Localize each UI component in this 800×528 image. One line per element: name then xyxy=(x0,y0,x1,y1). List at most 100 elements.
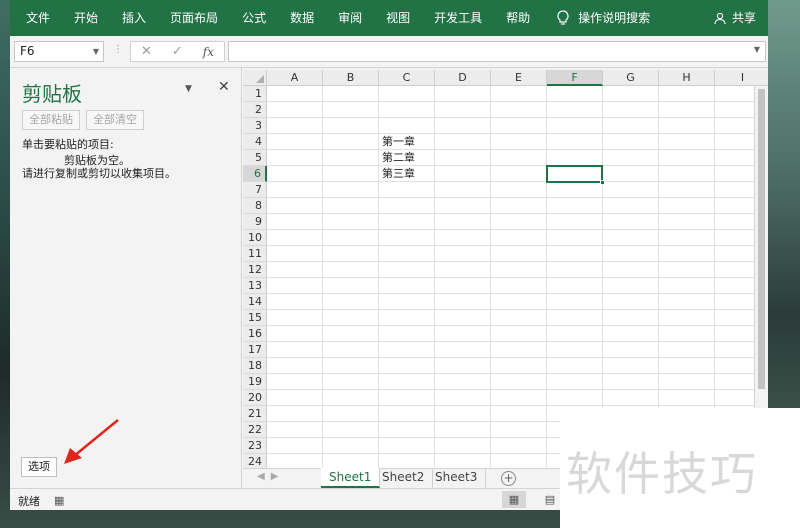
row-header[interactable]: 19 xyxy=(243,374,267,390)
row-header[interactable]: 1 xyxy=(243,86,267,102)
row-header[interactable]: 17 xyxy=(243,342,267,358)
status-ready: 就绪 xyxy=(18,495,40,508)
row-header[interactable]: 8 xyxy=(243,198,267,214)
row-header[interactable]: 18 xyxy=(243,358,267,374)
row-header[interactable]: 24 xyxy=(243,454,267,468)
close-icon[interactable]: ✕ xyxy=(218,79,230,95)
sheet-nav-arrows-icon[interactable]: ◀▶ xyxy=(257,471,284,482)
column-header[interactable]: D xyxy=(435,70,491,86)
row-header[interactable]: 3 xyxy=(243,118,267,134)
active-cell-selection[interactable] xyxy=(546,165,605,185)
column-header[interactable]: F xyxy=(547,70,603,86)
clear-all-button[interactable]: 全部清空 xyxy=(86,110,144,130)
column-header[interactable]: I xyxy=(715,70,768,86)
pane-menu-icon[interactable]: ▼ xyxy=(185,84,192,94)
share-label: 共享 xyxy=(731,11,756,25)
grip-icon[interactable]: ⋮ xyxy=(113,44,123,55)
row-header[interactable]: 4 xyxy=(243,134,267,150)
clipboard-empty-hint: 请进行复制或剪切以收集项目。 xyxy=(22,167,176,180)
gridline xyxy=(267,165,768,166)
select-all-corner[interactable] xyxy=(243,70,267,86)
gridline xyxy=(267,229,768,230)
tab-formulas[interactable]: 公式 xyxy=(230,0,278,36)
paste-all-button[interactable]: 全部粘贴 xyxy=(22,110,80,130)
column-header[interactable]: E xyxy=(491,70,547,86)
enter-check-icon[interactable]: ✓ xyxy=(172,44,183,59)
gridline xyxy=(267,261,768,262)
row-header[interactable]: 6 xyxy=(243,166,267,182)
gridline xyxy=(267,309,768,310)
chevron-down-icon[interactable]: ▼ xyxy=(93,42,99,61)
share-button[interactable]: 共享 xyxy=(714,0,756,36)
tab-help[interactable]: 帮助 xyxy=(494,0,542,36)
tab-review[interactable]: 审阅 xyxy=(326,0,374,36)
gridline xyxy=(267,293,768,294)
row-header[interactable]: 16 xyxy=(243,326,267,342)
column-header[interactable]: H xyxy=(659,70,715,86)
red-arrow-annotation xyxy=(64,419,119,464)
tab-home[interactable]: 开始 xyxy=(62,0,110,36)
row-header[interactable]: 13 xyxy=(243,278,267,294)
row-header[interactable]: 20 xyxy=(243,390,267,406)
macro-record-icon[interactable]: ▦ xyxy=(54,494,64,507)
tab-insert[interactable]: 插入 xyxy=(110,0,158,36)
row-header[interactable]: 14 xyxy=(243,294,267,310)
gridline xyxy=(267,245,768,246)
tab-view[interactable]: 视图 xyxy=(374,0,422,36)
ribbon-tabs-bar: 文件 开始 插入 页面布局 公式 数据 审阅 视图 开发工具 帮助 操作说明搜索 xyxy=(10,0,768,36)
row-header[interactable]: 9 xyxy=(243,214,267,230)
expand-chevron-icon[interactable]: ▼ xyxy=(754,45,760,54)
row-header[interactable]: 12 xyxy=(243,262,267,278)
tell-me-search[interactable]: 操作说明搜索 xyxy=(542,0,650,36)
sheet-tab-1[interactable]: Sheet1 xyxy=(321,468,381,488)
clipboard-prompt: 单击要粘贴的项目: xyxy=(22,138,114,151)
gridline xyxy=(267,373,768,374)
row-header[interactable]: 5 xyxy=(243,150,267,166)
row-header[interactable]: 10 xyxy=(243,230,267,246)
column-header[interactable]: A xyxy=(267,70,323,86)
tab-data[interactable]: 数据 xyxy=(278,0,326,36)
row-header[interactable]: 15 xyxy=(243,310,267,326)
sheet-tab-3[interactable]: Sheet3 xyxy=(427,468,487,488)
column-header[interactable]: G xyxy=(603,70,659,86)
tab-page-layout[interactable]: 页面布局 xyxy=(158,0,230,36)
sheet-tab-2[interactable]: Sheet2 xyxy=(374,468,434,488)
gridline xyxy=(267,197,768,198)
row-header[interactable]: 2 xyxy=(243,102,267,118)
gridline xyxy=(267,101,768,102)
cell-c4[interactable]: 第一章 xyxy=(379,134,435,150)
insert-function-icon[interactable]: fx xyxy=(203,45,214,59)
gridline xyxy=(267,213,768,214)
name-box-value: F6 xyxy=(20,44,35,58)
gridline xyxy=(267,341,768,342)
normal-view-icon[interactable]: ▦ xyxy=(502,491,526,508)
formula-bar: F6 ▼ ⋮ ✕ ✓ fx ▼ xyxy=(10,36,768,68)
row-header[interactable]: 23 xyxy=(243,438,267,454)
tell-me-label: 操作说明搜索 xyxy=(578,11,651,25)
column-header[interactable]: C xyxy=(379,70,435,86)
scrollbar-thumb[interactable] xyxy=(758,89,765,389)
formula-input[interactable]: ▼ xyxy=(228,41,766,62)
name-box[interactable]: F6 ▼ xyxy=(14,41,104,62)
row-header[interactable]: 7 xyxy=(243,182,267,198)
gridline xyxy=(267,325,768,326)
fill-handle[interactable] xyxy=(600,180,605,185)
row-header[interactable]: 11 xyxy=(243,246,267,262)
page-layout-view-icon[interactable]: ▤ xyxy=(540,491,560,508)
options-button[interactable]: 选项 xyxy=(21,457,57,477)
gridline xyxy=(267,389,768,390)
gridline xyxy=(546,86,547,468)
row-header[interactable]: 22 xyxy=(243,422,267,438)
tab-developer[interactable]: 开发工具 xyxy=(422,0,494,36)
formula-buttons: ✕ ✓ fx xyxy=(130,41,225,62)
cancel-icon[interactable]: ✕ xyxy=(141,44,152,59)
column-header[interactable]: B xyxy=(323,70,379,86)
row-header[interactable]: 21 xyxy=(243,406,267,422)
tab-file[interactable]: 文件 xyxy=(10,0,62,36)
add-sheet-icon[interactable]: + xyxy=(501,471,516,486)
cell-c5[interactable]: 第二章 xyxy=(379,150,435,166)
lightbulb-icon xyxy=(557,10,569,25)
gridline xyxy=(267,133,768,134)
cell-c6[interactable]: 第三章 xyxy=(379,166,435,182)
gridline xyxy=(267,149,768,150)
